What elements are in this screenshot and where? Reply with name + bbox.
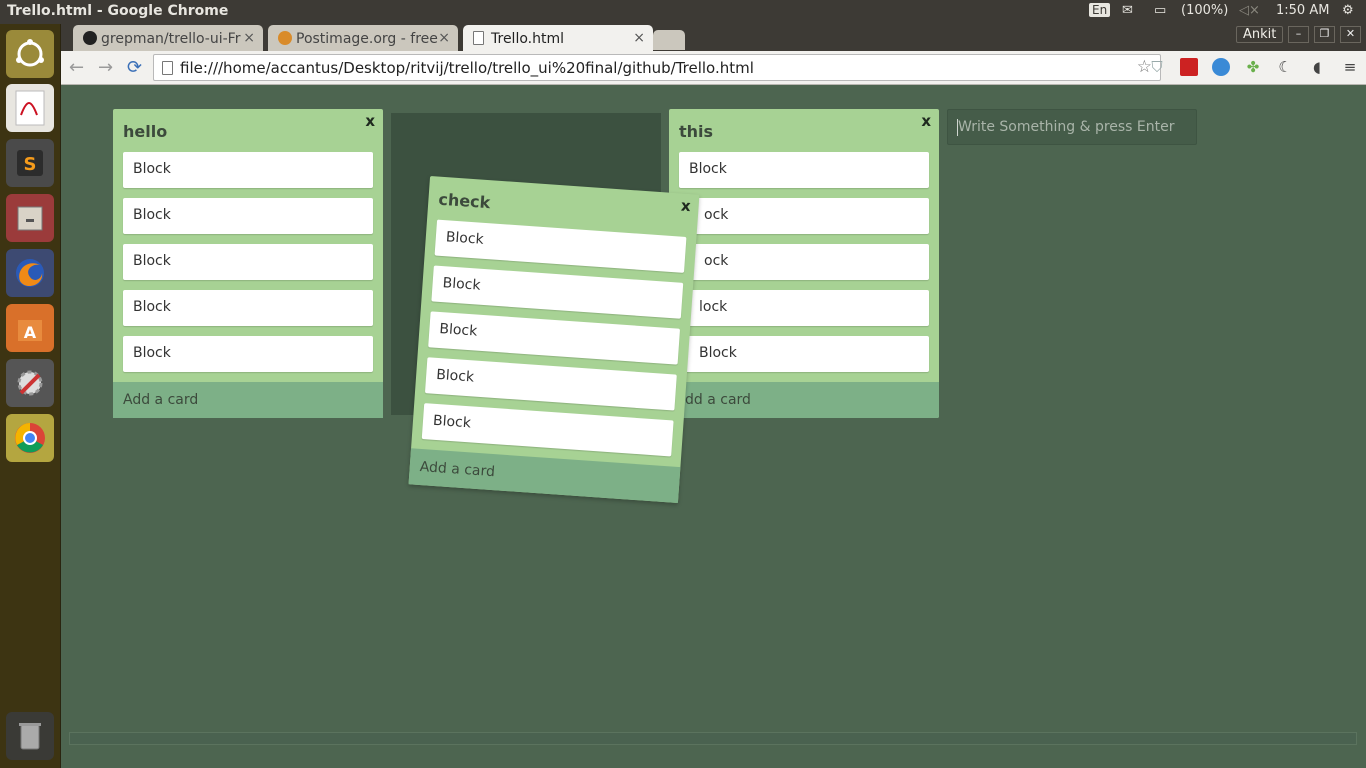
github-icon	[83, 31, 97, 45]
list-title[interactable]: check	[438, 190, 491, 213]
close-list-button[interactable]: x	[921, 112, 931, 130]
list-title[interactable]: hello	[123, 122, 167, 141]
card[interactable]: ock	[679, 198, 929, 234]
close-tab-icon[interactable]: ×	[243, 30, 255, 46]
svg-text:A: A	[24, 323, 37, 342]
ubuntu-dash-icon[interactable]	[6, 30, 54, 78]
page-icon	[473, 31, 484, 45]
firefox-icon[interactable]	[6, 249, 54, 297]
card[interactable]: Block	[424, 357, 677, 411]
svg-text:S: S	[24, 154, 37, 175]
mail-icon[interactable]: ✉	[1122, 3, 1133, 18]
tab-label: Postimage.org - free	[296, 31, 438, 47]
card[interactable]: Block	[421, 403, 674, 457]
card[interactable]: Block	[434, 219, 687, 273]
close-tab-icon[interactable]: ×	[438, 30, 450, 46]
card[interactable]: Block	[123, 336, 373, 372]
back-arrow-icon[interactable]: ←	[69, 57, 84, 78]
add-card-button[interactable]: Add a card	[113, 382, 383, 418]
trello-board: hello x Block Block Block Block Block Ad…	[61, 85, 1366, 768]
list-check-dragging[interactable]: check x Block Block Block Block Block Ad…	[408, 175, 700, 504]
globe-extension-icon[interactable]	[1212, 58, 1230, 76]
chrome-icon[interactable]	[6, 414, 54, 462]
new-list-placeholder-text: Write Something & press Enter	[958, 119, 1175, 135]
battery-percent: (100%)	[1181, 3, 1229, 18]
bookmark-extension-icon[interactable]	[1180, 58, 1198, 76]
card[interactable]: Block	[679, 336, 929, 372]
trash-icon[interactable]	[6, 712, 54, 760]
forward-arrow-icon[interactable]: →	[98, 57, 113, 78]
close-window-button[interactable]: ✕	[1340, 26, 1361, 43]
minimize-window-button[interactable]: –	[1288, 26, 1309, 43]
close-list-button[interactable]: x	[680, 197, 691, 216]
launcher: S A	[0, 24, 61, 768]
card[interactable]: Block	[123, 152, 373, 188]
page-info-icon[interactable]	[162, 61, 173, 75]
card[interactable]: Block	[123, 290, 373, 326]
text-caret	[957, 119, 958, 136]
window-title: Trello.html - Google Chrome	[7, 3, 229, 19]
tab-postimage[interactable]: Postimage.org - free ×	[268, 25, 458, 51]
pdf-reader-icon[interactable]	[6, 84, 54, 132]
card[interactable]: ock	[679, 244, 929, 280]
card[interactable]: lock	[679, 290, 929, 326]
sublime-text-icon[interactable]: S	[6, 139, 54, 187]
tab-label: Trello.html	[491, 31, 564, 47]
profile-button[interactable]: Ankit	[1236, 26, 1284, 43]
card[interactable]: Block	[679, 152, 929, 188]
keyboard-layout-indicator[interactable]: En	[1089, 3, 1111, 17]
address-bar[interactable]: file:///home/accantus/Desktop/ritvij/tre…	[153, 54, 1161, 81]
close-tab-icon[interactable]: ×	[633, 30, 645, 46]
battery-icon[interactable]: ▭	[1154, 3, 1166, 18]
list-this[interactable]: this x Block ock ock lock Block dd a car…	[669, 109, 939, 418]
night-mode-icon[interactable]: ☾	[1276, 58, 1294, 76]
browser-chrome: grepman/trello-ui-Fr × Postimage.org - f…	[61, 24, 1366, 85]
settings-gear-icon[interactable]: ⚙	[1342, 3, 1354, 18]
postimage-icon	[278, 31, 292, 45]
close-list-button[interactable]: x	[365, 112, 375, 130]
restore-window-button[interactable]: ❐	[1314, 26, 1335, 43]
address-text: file:///home/accantus/Desktop/ritvij/tre…	[180, 59, 754, 77]
card[interactable]: Block	[123, 198, 373, 234]
add-card-button[interactable]: dd a card	[669, 382, 939, 418]
volume-muted-icon[interactable]: ◁×	[1239, 3, 1260, 18]
card[interactable]: Block	[123, 244, 373, 280]
reload-icon[interactable]: ⟳	[127, 57, 142, 78]
list-title[interactable]: this	[679, 122, 713, 141]
new-list-input[interactable]: Write Something & press Enter	[947, 109, 1197, 145]
software-center-icon[interactable]: A	[6, 304, 54, 352]
list-hello[interactable]: hello x Block Block Block Block Block Ad…	[113, 109, 383, 418]
card[interactable]: Block	[428, 311, 681, 365]
tab-label: grepman/trello-ui-Fr	[101, 31, 241, 47]
system-settings-icon[interactable]	[6, 359, 54, 407]
audio-extension-icon[interactable]: ◖	[1308, 58, 1326, 76]
files-icon[interactable]	[6, 194, 54, 242]
leaf-extension-icon[interactable]: ✤	[1244, 58, 1262, 76]
clock[interactable]: 1:50 AM	[1276, 3, 1329, 18]
add-card-button[interactable]: Add a card	[408, 448, 681, 504]
new-tab-button[interactable]	[653, 30, 685, 50]
browser-toolbar: ← → ⟳ file:///home/accantus/Desktop/ritv…	[61, 51, 1366, 85]
tab-trello[interactable]: Trello.html ×	[463, 25, 653, 52]
tab-github[interactable]: grepman/trello-ui-Fr ×	[73, 25, 263, 51]
card[interactable]: Block	[431, 265, 684, 319]
os-top-panel: Trello.html - Google Chrome En ✉ ▭ (100%…	[0, 0, 1366, 24]
shield-extension-icon[interactable]: ⛉	[1148, 58, 1166, 76]
horizontal-scrollbar[interactable]	[69, 732, 1357, 745]
menu-icon[interactable]: ≡	[1341, 58, 1359, 76]
